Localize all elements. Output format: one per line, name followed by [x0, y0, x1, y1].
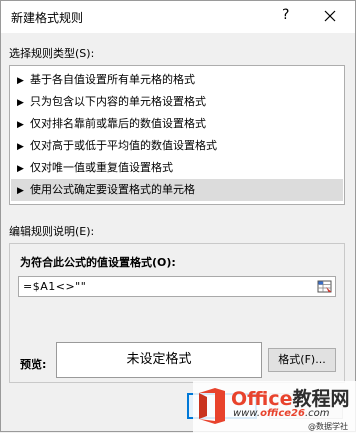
title-bar: 新建格式规则 ?	[1, 1, 355, 33]
watermark: Office教程网 www.office26.com @数据学社	[193, 381, 356, 433]
watermark-sub: @数据学社	[308, 422, 348, 431]
help-button[interactable]: ?	[282, 7, 289, 23]
format-button[interactable]: 格式(F)...	[268, 348, 336, 372]
watermark-name: Office教程网	[231, 384, 350, 411]
rule-type-label: 选择规则类型(S):	[9, 47, 95, 60]
rule-type-item[interactable]: ▶ 仅对排名靠前或靠后的数值设置格式	[11, 113, 343, 135]
format-preview: 未设定格式	[56, 342, 262, 378]
rule-type-item[interactable]: ▶ 基于各自值设置所有单元格的格式	[11, 69, 343, 91]
range-select-icon	[317, 280, 332, 293]
rule-type-item-label: 仅对高于或低于平均值的数值设置格式	[30, 139, 217, 152]
triangle-right-icon: ▶	[17, 142, 24, 152]
rule-type-item-selected[interactable]: ▶ 使用公式确定要设置格式的单元格	[11, 179, 343, 201]
triangle-right-icon: ▶	[17, 98, 24, 108]
formula-input[interactable]: =$A1<>""	[18, 276, 336, 297]
range-select-button[interactable]	[316, 278, 334, 295]
close-icon	[324, 10, 336, 22]
rule-type-item-label: 仅对唯一值或重复值设置格式	[30, 161, 173, 174]
formula-label: 为符合此公式的值设置格式(O):	[20, 256, 176, 269]
triangle-right-icon: ▶	[17, 164, 24, 174]
rule-type-item-label: 基于各自值设置所有单元格的格式	[30, 73, 195, 86]
watermark-name-suffix: 教程网	[292, 388, 350, 410]
rule-type-list[interactable]: ▶ 基于各自值设置所有单元格的格式 ▶ 只为包含以下内容的单元格设置格式 ▶ 仅对排名…	[9, 65, 345, 205]
watermark-url-suffix: .com	[304, 408, 330, 419]
watermark-url-domain: office26	[260, 408, 305, 419]
rule-description-panel: 为符合此公式的值设置格式(O): =$A1<>"" 预览: 未设定格式 格式(F…	[9, 243, 345, 383]
watermark-url-prefix: www.	[233, 408, 261, 419]
preview-label: 预览:	[20, 358, 47, 371]
watermark-name-main: Office	[231, 388, 293, 410]
formula-value: =$A1<>""	[23, 280, 87, 293]
dialog-title: 新建格式规则	[11, 11, 84, 25]
rule-type-item-label: 使用公式确定要设置格式的单元格	[30, 183, 195, 196]
close-button[interactable]	[319, 5, 341, 27]
triangle-right-icon: ▶	[17, 120, 24, 130]
rule-type-item[interactable]: ▶ 只为包含以下内容的单元格设置格式	[11, 91, 343, 113]
rule-description-label: 编辑规则说明(E):	[9, 225, 95, 238]
triangle-right-icon: ▶	[17, 76, 24, 86]
watermark-url: www.office26.com	[233, 408, 330, 419]
rule-type-item-label: 仅对排名靠前或靠后的数值设置格式	[30, 117, 206, 130]
office-logo-icon	[195, 387, 229, 428]
triangle-right-icon: ▶	[17, 186, 24, 196]
new-format-rule-dialog: 新建格式规则 ? 选择规则类型(S): ▶ 基于各自值设置所有单元格的格式 ▶ 只为…	[0, 0, 356, 433]
rule-type-item[interactable]: ▶ 仅对高于或低于平均值的数值设置格式	[11, 135, 343, 157]
rule-type-item[interactable]: ▶ 仅对唯一值或重复值设置格式	[11, 157, 343, 179]
rule-type-item-label: 只为包含以下内容的单元格设置格式	[30, 95, 206, 108]
